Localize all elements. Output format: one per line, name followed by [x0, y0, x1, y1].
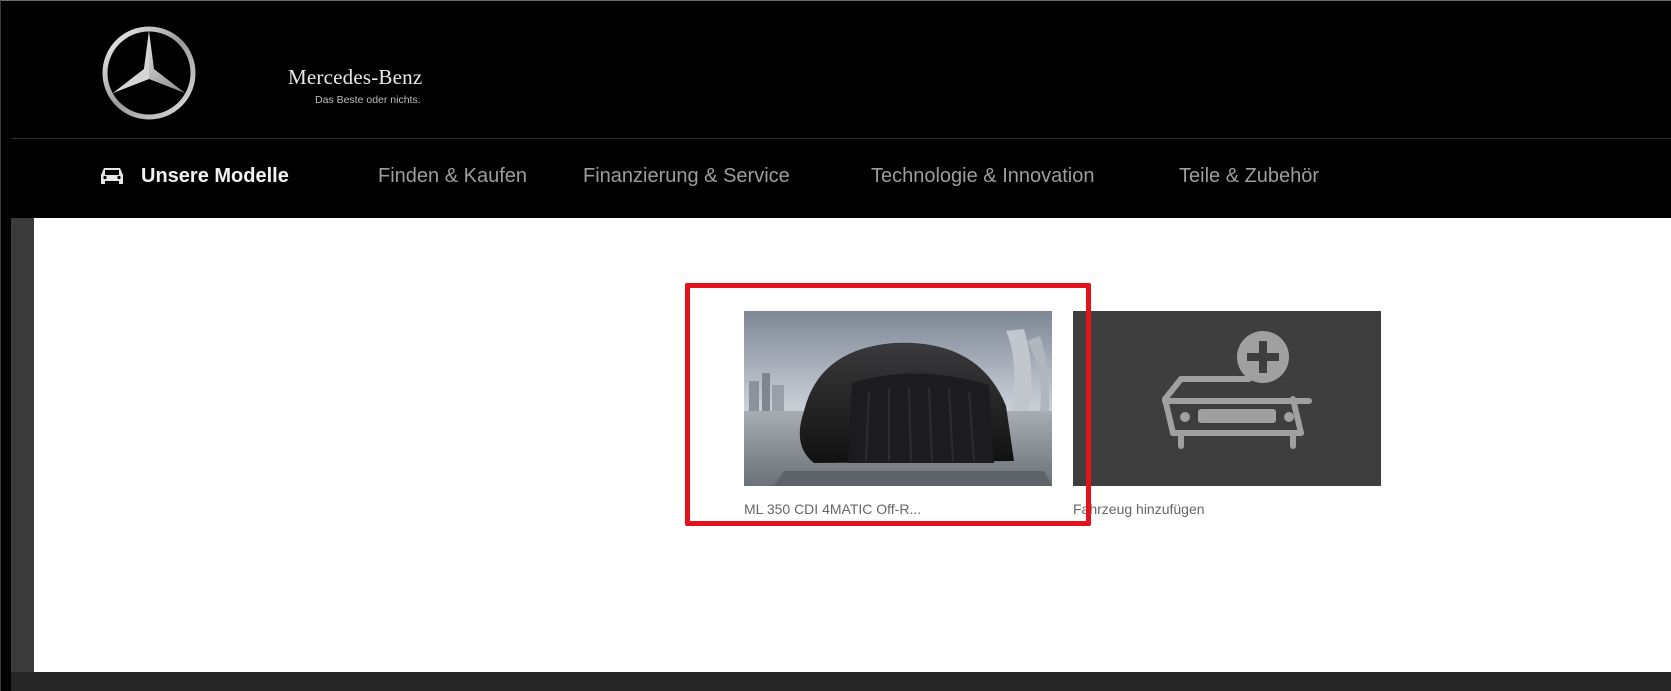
brand-tagline: Das Beste oder nichts. [315, 94, 421, 106]
nav-item-teile-zubehoer[interactable]: Teile & Zubehör [1179, 165, 1319, 188]
nav-item-finanzierung-service[interactable]: Finanzierung & Service [583, 165, 790, 188]
add-vehicle-tile[interactable] [1073, 311, 1381, 486]
mercedes-star-icon[interactable] [99, 23, 199, 123]
main-navigation: Unsere Modelle Finden & Kaufen Finanzier… [11, 140, 1671, 218]
bottom-bar [11, 672, 1671, 691]
selection-highlight-box [685, 283, 1091, 526]
site-header: Mercedes-Benz Das Beste oder nichts. [11, 7, 1671, 139]
nav-item-technologie-innovation[interactable]: Technologie & Innovation [871, 165, 1095, 188]
left-scroll-strip [11, 218, 34, 674]
nav-item-finden-kaufen[interactable]: Finden & Kaufen [378, 165, 527, 188]
browser-frame: Mercedes-Benz Das Beste oder nichts. Uns… [0, 0, 1671, 691]
car-icon [101, 168, 123, 184]
brand-wordmark: Mercedes-Benz [288, 65, 423, 89]
add-vehicle-caption[interactable]: Fahrzeug hinzufügen [1073, 501, 1205, 517]
add-vehicle-icon [1162, 331, 1312, 449]
nav-item-unsere-modelle[interactable]: Unsere Modelle [141, 165, 289, 188]
